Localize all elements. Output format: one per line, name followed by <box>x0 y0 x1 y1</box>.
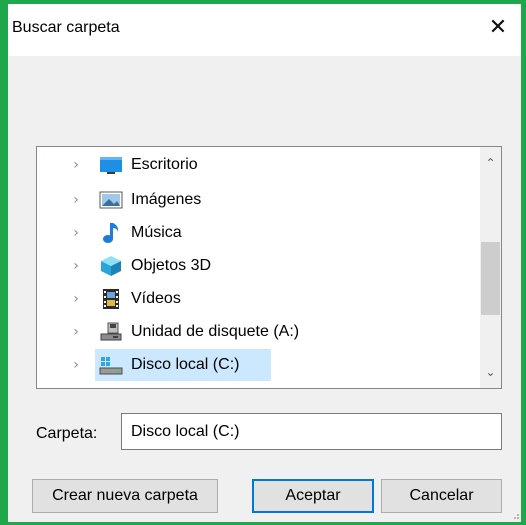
tree-item-disco-local[interactable]: › Disco local (C:) <box>37 349 477 381</box>
tree-item-escritorio[interactable]: › Escritorio <box>37 149 477 181</box>
title-bar[interactable]: Buscar carpeta ✕ <box>8 4 521 56</box>
videos-icon <box>99 288 123 310</box>
tree-item-label: Objetos 3D <box>131 257 212 274</box>
tree-item-label: Unidad de disquete (A:) <box>131 323 300 340</box>
close-button[interactable]: ✕ <box>483 12 513 42</box>
window-title: Buscar carpeta <box>12 19 120 36</box>
tree-item-musica[interactable]: › Música <box>37 217 477 249</box>
music-icon <box>99 222 123 244</box>
expand-chevron-icon[interactable]: › <box>69 190 83 210</box>
tree-item-label: Música <box>131 224 182 241</box>
desktop-icon <box>99 154 123 176</box>
tree-item-videos[interactable]: › Vídeos <box>37 283 477 315</box>
scroll-thumb[interactable] <box>481 242 500 315</box>
tree-item-unidad-disquete[interactable]: › Unidad de disquete (A:) <box>37 316 477 348</box>
tree-item-imagenes[interactable]: › Imágenes <box>37 184 477 216</box>
tree-item-label: Escritorio <box>131 156 198 173</box>
scroll-down-icon[interactable]: ⌄ <box>480 360 501 384</box>
3d-objects-icon <box>99 255 123 277</box>
cancel-button[interactable]: Cancelar <box>381 479 502 513</box>
ok-button[interactable]: Aceptar <box>252 479 374 513</box>
floppy-drive-icon <box>99 321 123 343</box>
local-disk-icon <box>99 354 123 376</box>
expand-chevron-icon[interactable]: › <box>69 155 83 175</box>
expand-chevron-icon[interactable]: › <box>69 256 83 276</box>
resize-grip-icon[interactable] <box>510 510 520 520</box>
vertical-scrollbar[interactable]: ⌃ ⌄ <box>480 147 501 388</box>
tree-item-objetos-3d[interactable]: › Objetos 3D <box>37 250 477 282</box>
tree-item-label: Disco local (C:) <box>131 356 240 373</box>
pictures-icon <box>99 189 123 211</box>
tree-item-label: Imágenes <box>131 191 202 208</box>
expand-chevron-icon[interactable]: › <box>69 223 83 243</box>
scroll-up-icon[interactable]: ⌃ <box>480 151 501 175</box>
expand-chevron-icon[interactable]: › <box>69 289 83 309</box>
tree-item-label: Vídeos <box>131 290 181 307</box>
expand-chevron-icon[interactable]: › <box>69 355 83 375</box>
expand-chevron-icon[interactable]: › <box>69 322 83 342</box>
folder-tree[interactable]: › Escritorio › Imágenes › Música › Objet… <box>36 146 502 389</box>
new-folder-button[interactable]: Crear nueva carpeta <box>32 479 218 513</box>
folder-input[interactable] <box>121 413 502 450</box>
folder-label: Carpeta: <box>36 425 98 442</box>
